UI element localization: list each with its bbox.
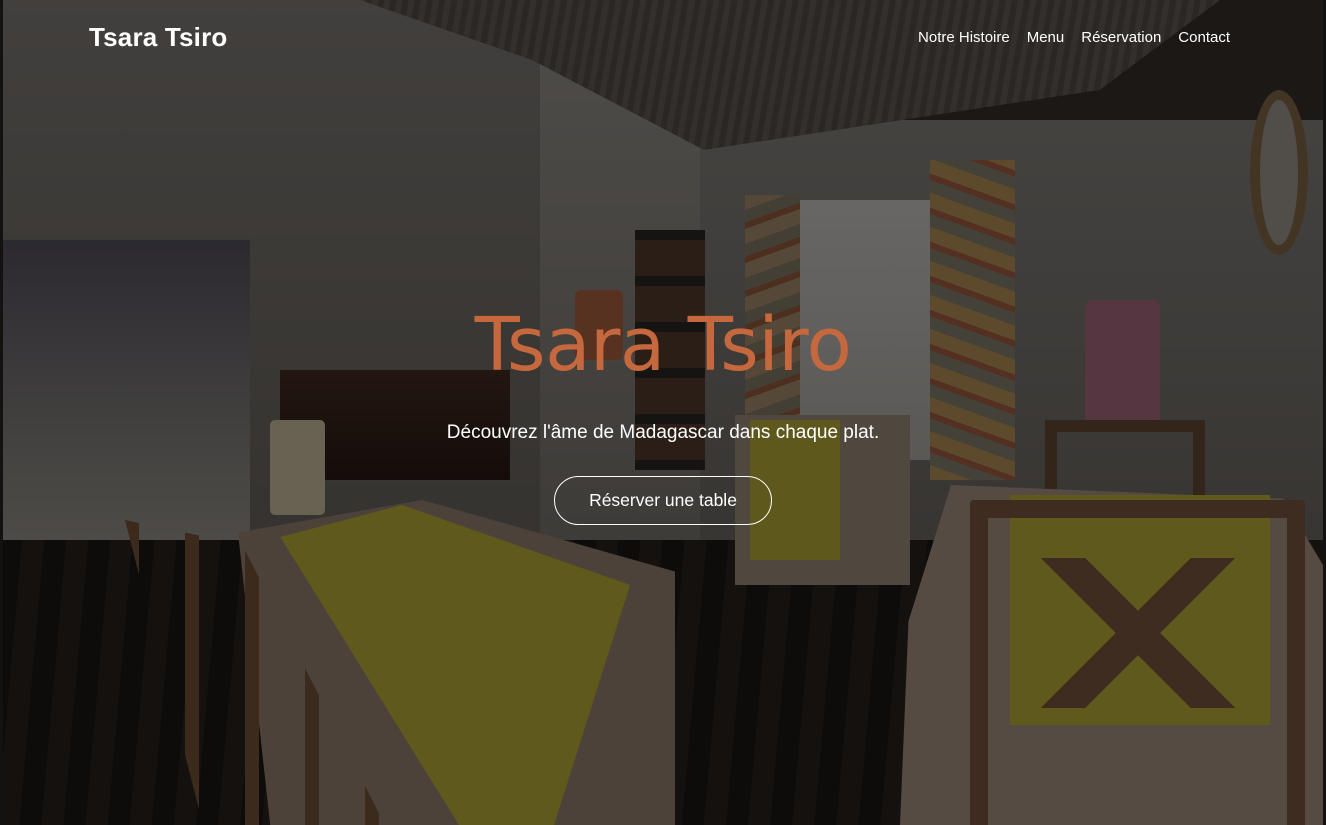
- brand-logo-link[interactable]: Tsara Tsiro: [89, 22, 228, 53]
- navbar: Tsara Tsiro Notre Histoire Menu Réservat…: [0, 0, 1326, 78]
- hero-title: Tsara Tsiro: [474, 302, 852, 388]
- nav-link-reservation[interactable]: Réservation: [1081, 29, 1161, 46]
- hero-background-image: [0, 0, 1326, 825]
- nav-links: Notre Histoire Menu Réservation Contact: [918, 29, 1230, 46]
- edge-left: [0, 0, 3, 825]
- reserve-table-button[interactable]: Réserver une table: [554, 476, 772, 525]
- nav-link-notre-histoire[interactable]: Notre Histoire: [918, 29, 1010, 46]
- nav-link-contact[interactable]: Contact: [1178, 29, 1230, 46]
- dark-overlay: [0, 0, 1326, 825]
- hero-tagline: Découvrez l'âme de Madagascar dans chaqu…: [446, 422, 880, 443]
- nav-link-menu[interactable]: Menu: [1027, 29, 1065, 46]
